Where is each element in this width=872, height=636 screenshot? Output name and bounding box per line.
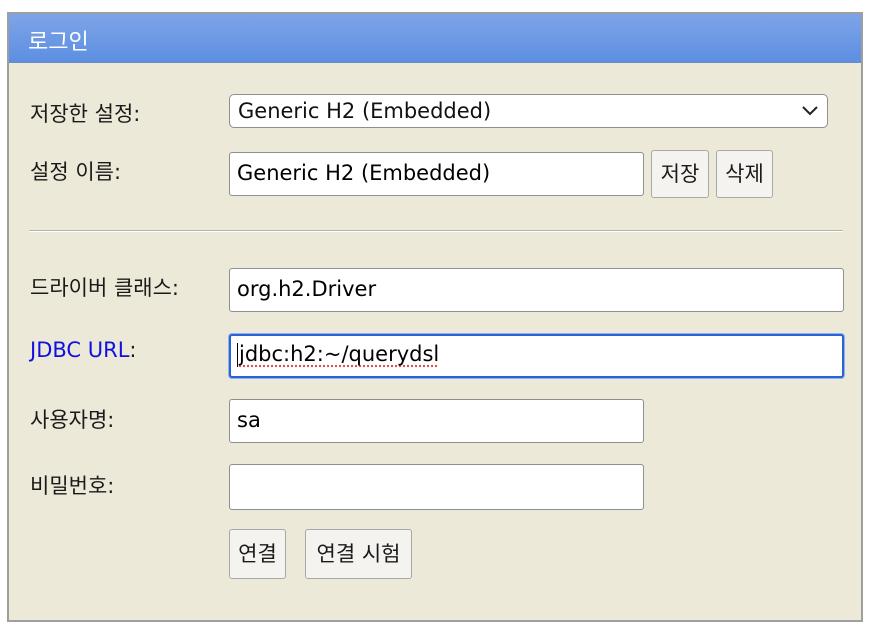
jdbc-url-label-colon: : — [129, 338, 137, 362]
text-caret — [237, 343, 238, 367]
jdbc-url-label: JDBC URL: — [30, 338, 136, 362]
save-setting-button[interactable]: 저장 — [651, 150, 709, 198]
username-input[interactable]: sa — [229, 399, 644, 443]
saved-settings-select[interactable]: Generic H2 (Embedded) — [229, 94, 828, 128]
title-bar: 로그인 — [9, 14, 861, 63]
saved-settings-selected: Generic H2 (Embedded) — [238, 99, 492, 123]
chevron-down-icon — [802, 106, 818, 116]
dialog-title: 로그인 — [28, 30, 89, 55]
driver-class-label: 드라이버 클래스: — [30, 276, 179, 300]
test-connection-button[interactable]: 연결 시험 — [305, 529, 412, 579]
setting-name-label: 설정 이름: — [30, 160, 122, 184]
password-label: 비밀번호: — [30, 474, 115, 498]
setting-name-input[interactable]: Generic H2 (Embedded) — [229, 152, 644, 196]
password-input[interactable] — [229, 464, 644, 510]
driver-class-input[interactable]: org.h2.Driver — [229, 268, 844, 312]
saved-settings-label: 저장한 설정: — [30, 102, 141, 126]
jdbc-url-label-text: JDBC URL — [30, 338, 130, 362]
username-label: 사용자명: — [30, 408, 115, 432]
login-panel: 로그인 저장한 설정: Generic H2 (Embedded) 설정 이름:… — [7, 12, 863, 622]
jdbc-url-value: jdbc:h2:~/querydsl — [239, 342, 440, 366]
section-divider — [29, 230, 843, 232]
delete-setting-button[interactable]: 삭제 — [716, 150, 773, 198]
connect-button[interactable]: 연결 — [229, 529, 286, 579]
jdbc-url-input[interactable]: jdbc:h2:~/querydsl — [229, 334, 844, 378]
